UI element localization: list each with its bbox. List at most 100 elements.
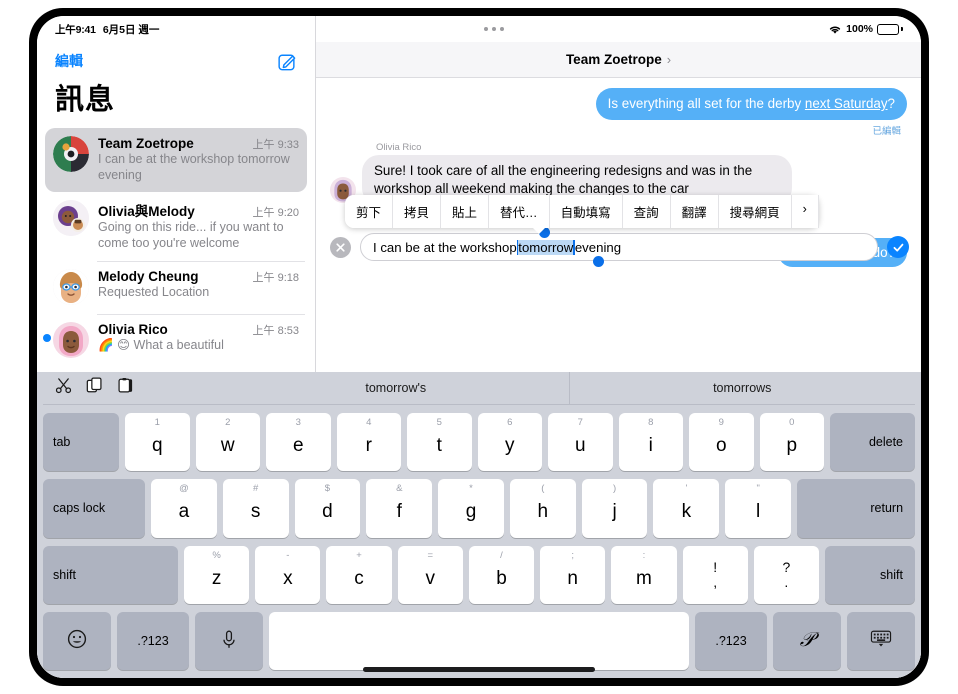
edit-button[interactable]: 編輯 — [55, 51, 83, 71]
key-sup-hash: # — [253, 483, 259, 495]
conversation-time: 上午 9:20 — [252, 207, 299, 220]
key-y[interactable]: 6y — [477, 413, 542, 472]
cut-icon[interactable] — [55, 377, 72, 399]
key-return[interactable]: return — [797, 479, 916, 538]
key-period-question[interactable]: ?. — [753, 545, 819, 604]
key-sup-apostrophe: ' — [685, 483, 688, 495]
key-s[interactable]: # s — [222, 479, 289, 538]
edited-label[interactable]: 已編輯 — [330, 122, 907, 142]
prediction-suggestion-2[interactable]: tomorrows — [570, 372, 916, 405]
multitasking-dots-icon[interactable] — [483, 27, 504, 31]
menu-item-replace[interactable]: 替代… — [489, 195, 550, 228]
key-numbers-right[interactable]: .?123 — [695, 611, 767, 670]
key-r[interactable]: 4r — [336, 413, 401, 472]
status-date: 6月5日 週一 — [102, 23, 160, 36]
key-sup-paren-open: ( — [541, 483, 545, 495]
onscreen-keyboard: tomorrow's tomorrows tab 1q 2w 3e 4r 5t … — [37, 371, 921, 678]
key-main-y: y — [505, 435, 515, 457]
compose-icon[interactable] — [278, 52, 297, 71]
key-u[interactable]: 7u — [548, 413, 613, 472]
key-t[interactable]: 5t — [407, 413, 472, 472]
key-main-p: p — [786, 435, 798, 457]
key-dictation[interactable] — [195, 611, 263, 670]
key-main-n: n — [567, 567, 578, 589]
key-h[interactable]: (h — [509, 479, 576, 538]
key-caps-lock[interactable]: caps lock — [43, 479, 145, 538]
cancel-edit-button[interactable] — [330, 236, 351, 258]
key-sup-4: 4 — [366, 417, 372, 428]
copy-icon[interactable] — [86, 377, 103, 399]
key-hide-keyboard[interactable] — [847, 611, 915, 670]
conversation-item-team-zoetrope[interactable]: Team Zoetrope 上午 9:33 I can be at the wo… — [45, 128, 307, 193]
key-d[interactable]: $ d — [294, 479, 361, 538]
message-bubble-outgoing[interactable]: Is everything all set for the derby next… — [595, 88, 913, 121]
message-text-underlined[interactable]: next Saturday — [805, 96, 888, 111]
key-w[interactable]: 2w — [195, 413, 260, 472]
key-n[interactable]: ; n — [540, 545, 606, 604]
key-sup-plus: + — [356, 549, 362, 561]
thread-title: Team Zoetrope — [565, 52, 662, 67]
key-sup-semicolon: ; — [571, 549, 575, 561]
ipad-screen: 上午9:41 6月5日 週一 100% 編輯 訊息 Team Zoetrope … — [37, 16, 921, 678]
key-main-r: r — [365, 435, 372, 457]
key-a[interactable]: @ a — [151, 479, 217, 538]
key-comma-exclamation[interactable]: !, — [682, 545, 748, 604]
key-main-m: m — [636, 567, 652, 589]
message-edit-row: I can be at the workshop tomorrow evenin… — [330, 227, 909, 267]
menu-item-cut[interactable]: 剪下 — [345, 195, 394, 228]
menu-item-copy[interactable]: 拷貝 — [393, 195, 442, 228]
predictive-bar: tomorrow's tomorrows — [43, 371, 916, 405]
conversation-name: Olivia Rico — [98, 321, 168, 337]
menu-item-autofill[interactable]: 自動填寫 — [549, 195, 623, 228]
menu-item-paste[interactable]: 貼上 — [441, 195, 490, 228]
conversation-item-olivia-melody[interactable]: Olivia與Melody 上午 9:20 Going on this ride… — [45, 192, 307, 260]
edit-text-selected[interactable]: tomorrow — [518, 239, 574, 255]
key-c[interactable]: + c — [326, 545, 392, 604]
key-i[interactable]: 8i — [618, 413, 683, 472]
key-v[interactable]: = v — [397, 545, 463, 604]
key-g[interactable]: * g — [438, 479, 504, 538]
key-sup-2: 2 — [225, 417, 231, 428]
key-sup-colon: : — [642, 549, 646, 561]
menu-item-search-web[interactable]: 搜尋網頁 — [718, 195, 792, 228]
conversation-item-olivia-rico[interactable]: Olivia Rico 上午 8:53 🌈 😊 What a beautiful — [43, 313, 307, 367]
key-z[interactable]: % z — [184, 545, 250, 604]
chevron-right-icon[interactable]: › — [667, 52, 671, 67]
key-k[interactable]: ' k — [653, 479, 720, 538]
home-indicator[interactable] — [363, 667, 595, 672]
prediction-suggestion-1[interactable]: tomorrow's — [223, 371, 570, 405]
key-o[interactable]: 9o — [689, 413, 754, 472]
thread-header[interactable]: Team Zoetrope › — [316, 42, 921, 78]
edit-text-after: evening — [574, 239, 622, 255]
conversation-preview: Requested Location — [98, 284, 210, 299]
confirm-edit-button[interactable] — [887, 236, 909, 258]
status-bar-right: 100% — [828, 23, 921, 35]
key-space[interactable] — [269, 611, 689, 670]
status-bar-center — [159, 27, 828, 31]
key-delete[interactable]: delete — [830, 413, 915, 472]
menu-item-translate[interactable]: 翻譯 — [670, 195, 719, 228]
key-tab[interactable]: tab — [43, 413, 119, 472]
key-numbers-left[interactable]: .?123 — [117, 611, 189, 670]
key-l[interactable]: " l — [725, 479, 792, 538]
key-q[interactable]: 1q — [125, 413, 190, 472]
key-main-t: t — [436, 435, 442, 457]
key-emoji[interactable] — [43, 611, 111, 670]
key-m[interactable]: :m — [611, 545, 677, 604]
message-edit-input[interactable]: I can be at the workshop tomorrow evenin… — [360, 227, 878, 267]
menu-item-more-chevron-icon[interactable]: › — [791, 195, 819, 228]
key-handwriting[interactable]: 𝒫 — [773, 611, 841, 670]
key-j[interactable]: ) j — [581, 479, 648, 538]
key-shift-left[interactable]: shift — [43, 545, 178, 604]
key-x[interactable]: -x — [255, 545, 321, 604]
handwriting-icon: 𝒫 — [799, 629, 815, 652]
key-e[interactable]: 3e — [266, 413, 331, 472]
menu-item-lookup[interactable]: 查詢 — [622, 195, 671, 228]
conversation-item-melody-cheung[interactable]: Melody Cheung 上午 9:18 Requested Location — [45, 260, 307, 314]
key-f[interactable]: & f — [366, 479, 433, 538]
key-shift-right[interactable]: shift — [824, 545, 915, 604]
paste-icon[interactable] — [117, 377, 134, 399]
key-p[interactable]: 0p — [759, 413, 824, 472]
key-b[interactable]: / b — [468, 545, 535, 604]
selection-handle-end[interactable] — [593, 256, 604, 267]
